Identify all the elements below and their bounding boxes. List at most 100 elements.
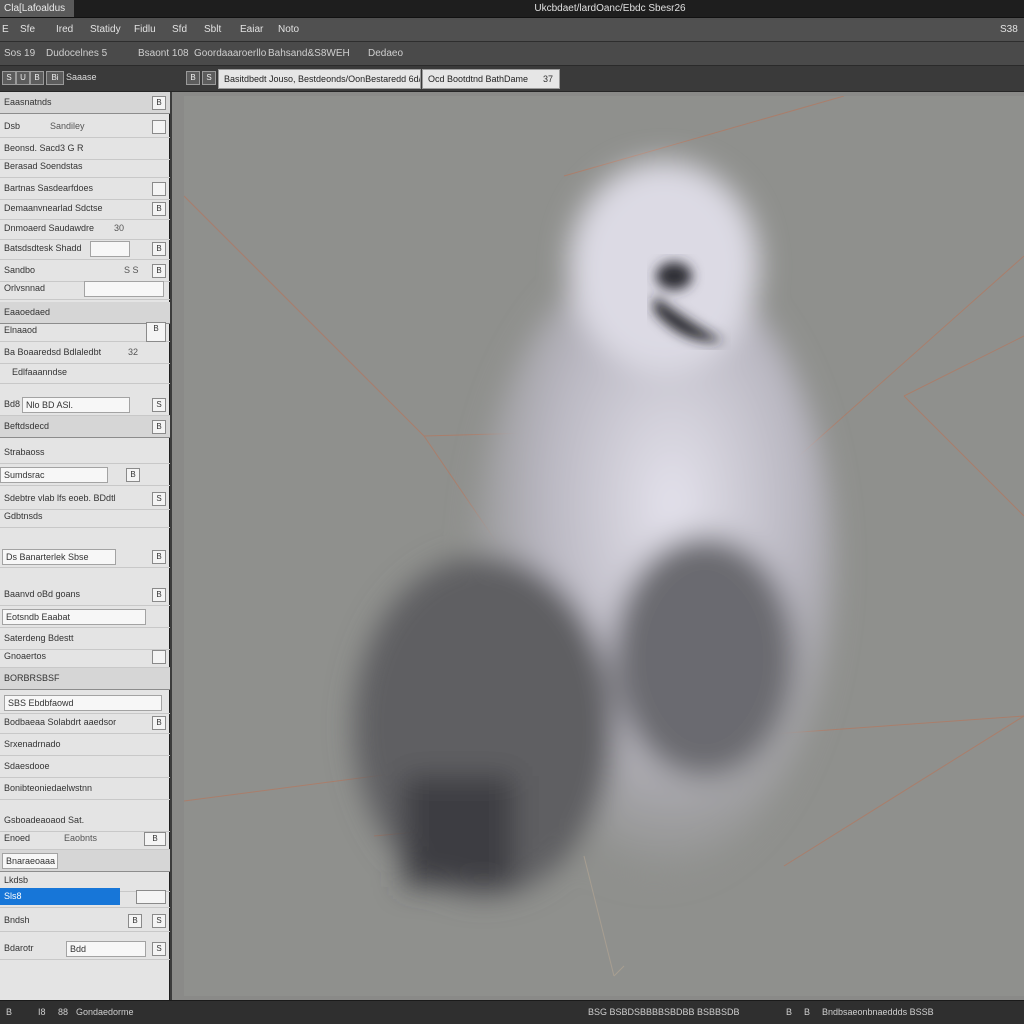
menu-item-7[interactable]: Eaiar [240, 24, 263, 35]
row-label: Strabaoss [4, 447, 45, 457]
panel-row-28[interactable]: Srxenadrnado [0, 734, 170, 756]
row-toggle[interactable]: S [152, 398, 166, 412]
status-icon-b1[interactable]: B [786, 1007, 792, 1017]
panel-row-7[interactable]: Batsdsdtesk Shadd B [0, 238, 170, 260]
panel-row-0[interactable]: Eaasnatnds B [0, 92, 170, 114]
panel-row-5[interactable]: Demaanvnearlad Sdctse B [0, 198, 170, 220]
value-field[interactable] [90, 241, 130, 257]
row-label: Berasad Soendstas [4, 161, 83, 171]
row-toggle[interactable]: B [152, 550, 166, 564]
status-icon-b2[interactable]: B [804, 1007, 810, 1017]
panel-row-3[interactable]: Berasad Soendstas [0, 156, 170, 178]
row-toggle[interactable]: B [152, 242, 166, 256]
value-field[interactable]: Sumdsrac [0, 467, 108, 483]
panel-row-32[interactable]: Enoed Eaobnts B [0, 828, 170, 850]
menu-item-2[interactable]: Ired [56, 24, 73, 35]
menu-item-1[interactable]: Sfe [20, 24, 35, 35]
panel-row-9[interactable]: Orlvsnnad [0, 278, 170, 300]
row-toggle[interactable]: B [152, 716, 166, 730]
menu-item-6[interactable]: Sblt [204, 24, 221, 35]
panel-icon-b[interactable]: B [30, 71, 44, 85]
panel-row-33[interactable]: Bnaraeoaaa [0, 850, 170, 872]
value-field[interactable]: Bdd [66, 941, 146, 957]
option-item-1[interactable]: Dudocelnes 5 [46, 48, 107, 59]
title-bar: Cla[Lafoaldus Ukcbdaet/lardOanc/Ebdc Sbe… [0, 0, 1024, 18]
panel-icon-u[interactable]: U [16, 71, 30, 85]
menu-right-label: S38 [1000, 24, 1018, 35]
row-checkbox[interactable]: B [152, 264, 166, 278]
document-tab-1[interactable]: Basitdbedt Jouso, Bestdeonds/OonBestared… [218, 69, 421, 89]
row-toggle[interactable]: S [152, 492, 166, 506]
panel-row-29[interactable]: Sdaesdooe [0, 756, 170, 778]
value-field[interactable]: Eotsndb Eaabat [2, 609, 146, 625]
menu-item-4[interactable]: Fidlu [134, 24, 156, 35]
panel-row-4[interactable]: Bartnas Sasdearfdoes [0, 178, 170, 200]
row-toggle[interactable]: B [144, 832, 166, 846]
panel-icon-bi[interactable]: Bi [46, 71, 64, 85]
row-value: 32 [128, 347, 139, 357]
row-toggle[interactable]: B [152, 420, 166, 434]
value-field[interactable] [84, 281, 164, 297]
panel-icon-s[interactable]: S [2, 71, 16, 85]
panel-row-11[interactable]: Elnaaod B [0, 320, 170, 342]
option-item-4[interactable]: Bahsand&S8WEH [268, 48, 350, 59]
panel-row-20[interactable]: Ds Banarterlek Sbse B [0, 546, 170, 568]
row-toggle[interactable]: B [152, 588, 166, 602]
panel-row-6[interactable]: Dnmoaerd Saudawdre 30 [0, 218, 170, 240]
row-checkbox[interactable]: B [152, 202, 166, 216]
panel-row-12[interactable]: Ba Boaaredsd Bdlaledbt 32 [0, 342, 170, 364]
selected-item[interactable]: Sls8 [0, 888, 120, 905]
row-checkbox[interactable] [152, 182, 166, 196]
menu-item-3[interactable]: Statidy [90, 24, 121, 35]
panel-row-14[interactable]: Bd8 Nlo BD ASl. S [0, 394, 170, 416]
option-item-3[interactable]: Goordaaaroerllo [194, 48, 266, 59]
row-toggle[interactable]: B [146, 322, 166, 342]
option-item-2[interactable]: Bsaont 108 [138, 48, 189, 59]
menu-item-8[interactable]: Noto [278, 24, 299, 35]
row-checkbox[interactable] [152, 120, 166, 134]
row-toggle[interactable]: S [152, 942, 166, 956]
row-label: Srxenadrnado [4, 739, 61, 749]
panel-row-30[interactable]: Bonibteoniedaelwstnn [0, 778, 170, 800]
value-field[interactable]: Nlo BD ASl. [22, 397, 130, 413]
row-toggle[interactable]: B [128, 914, 142, 928]
panel-row-24[interactable]: Gnoaertos [0, 646, 170, 668]
app-tab[interactable]: Cla[Lafoaldus [0, 0, 74, 17]
menu-item-0[interactable]: E [2, 24, 9, 35]
panel-row-selected[interactable]: Sls8 [0, 886, 170, 908]
row-toggle[interactable]: B [126, 468, 140, 482]
row-label: Bodbaeaa Solabdrt aaedsor [4, 717, 117, 727]
row-toggle[interactable] [136, 890, 166, 904]
panel-row-37[interactable]: Bdarotr Bdd S [0, 938, 170, 960]
bird-artwork [183, 95, 1024, 996]
panel-row-26[interactable]: SBS Ebdbfaowd [0, 692, 170, 714]
panel-row-36[interactable]: Bndsh B S [0, 910, 170, 932]
row-label: Elnaaod [4, 325, 38, 335]
value-field[interactable]: SBS Ebdbfaowd [4, 695, 162, 711]
menu-item-5[interactable]: Sfd [172, 24, 187, 35]
panel-row-1[interactable]: Dsb Sandiley [0, 116, 170, 138]
panel-row-17[interactable]: Sumdsrac B [0, 464, 170, 486]
image-canvas[interactable] [172, 92, 1024, 1000]
row-toggle[interactable]: S [152, 914, 166, 928]
panel-row-21[interactable]: Baanvd oBd goans B [0, 584, 170, 606]
document-tab-2[interactable]: Ocd Bootdtnd BathDame 37 [422, 69, 560, 89]
layout-icon[interactable]: B [186, 71, 200, 85]
option-item-0[interactable]: Sos 19 [4, 48, 35, 59]
panel-row-19[interactable]: Gdbtnsds [0, 506, 170, 528]
settings-icon[interactable]: S [202, 71, 216, 85]
panel-row-22[interactable]: Eotsndb Eaabat [0, 606, 170, 628]
close-tab-icon[interactable]: 37 [543, 74, 553, 84]
panel-row-16[interactable]: Strabaoss [0, 442, 170, 464]
row-label: BORBRSBSF [4, 673, 60, 683]
option-item-5[interactable]: Dedaeo [368, 48, 403, 59]
panel-row-13[interactable]: Edlfaaanndse [0, 362, 170, 384]
value-field[interactable]: Bnaraeoaaa [2, 853, 58, 869]
value-field[interactable]: Ds Banarterlek Sbse [2, 549, 116, 565]
panel-row-25[interactable]: BORBRSBSF [0, 668, 170, 690]
row-toggle[interactable] [152, 650, 166, 664]
canvas-document[interactable] [183, 95, 1024, 996]
row-toggle[interactable]: B [152, 96, 166, 110]
panel-row-27[interactable]: Bodbaeaa Solabdrt aaedsor B [0, 712, 170, 734]
panel-row-15[interactable]: Beftdsdecd B [0, 416, 170, 438]
